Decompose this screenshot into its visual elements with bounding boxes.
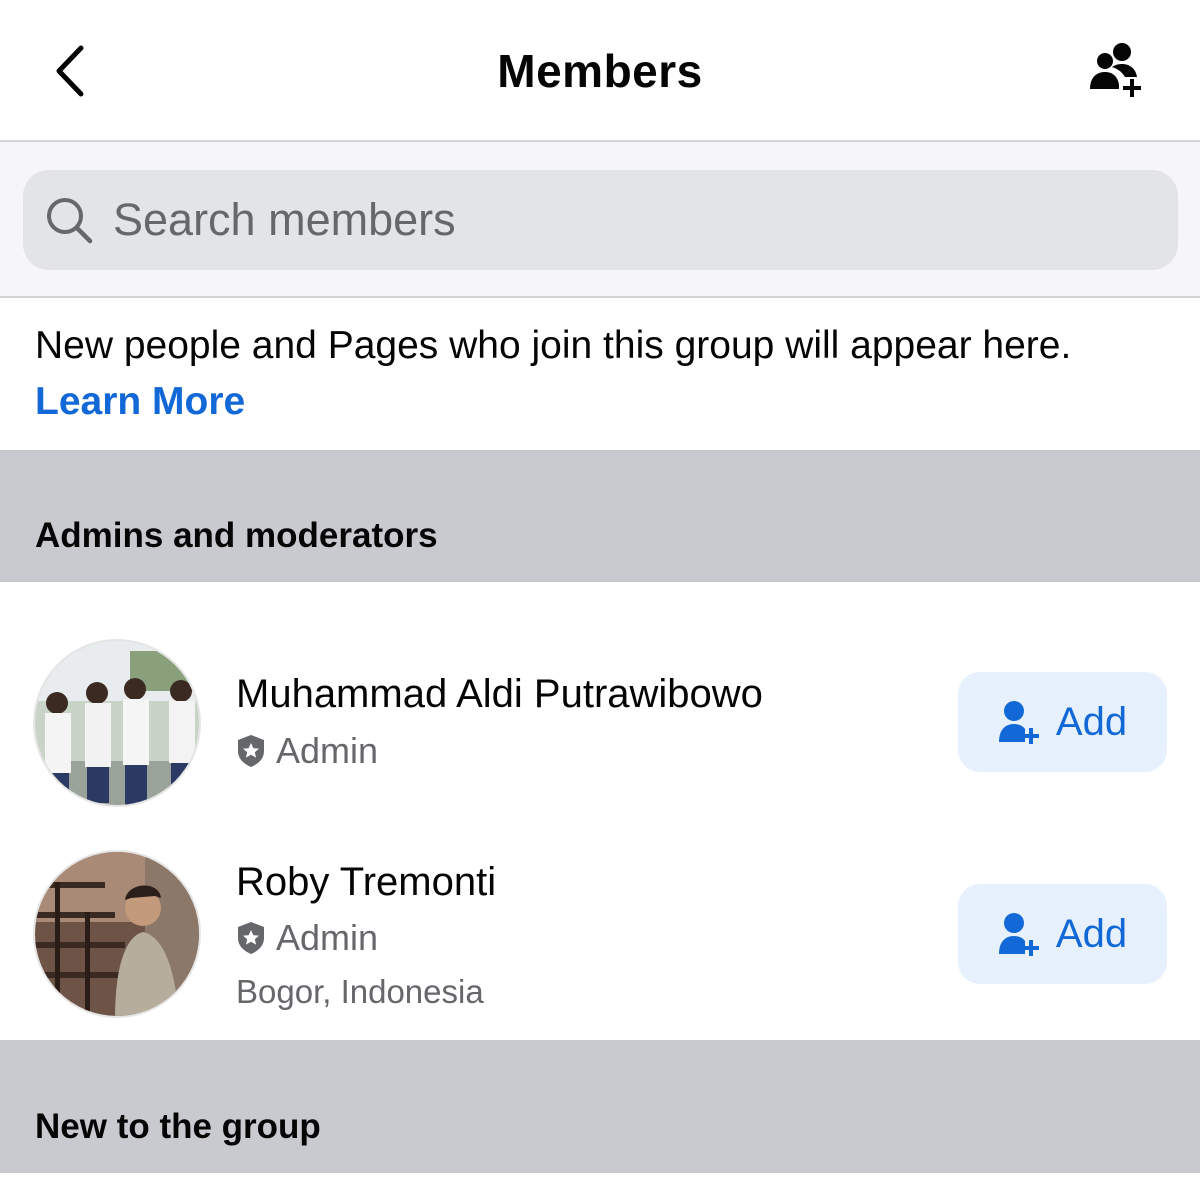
search-input[interactable]	[113, 194, 1113, 246]
add-person-icon	[998, 700, 1040, 744]
list-continuation	[0, 1173, 1200, 1193]
member-name[interactable]: Roby Tremonti	[236, 860, 496, 905]
member-location: Bogor, Indonesia	[236, 973, 484, 1010]
add-button-label: Add	[1055, 911, 1128, 956]
member-row[interactable]: Muhammad Aldi Putrawibowo Admin Add	[0, 582, 1200, 812]
member-row[interactable]: Roby Tremonti Admin Bogor, Indonesia Add	[0, 812, 1200, 1040]
member-role: Admin	[236, 917, 378, 959]
section-title-new: New to the group	[35, 1107, 321, 1146]
search-area	[0, 142, 1200, 298]
member-role-label: Admin	[276, 917, 379, 958]
avatar[interactable]	[33, 639, 201, 807]
section-title-admins: Admins and moderators	[35, 516, 438, 555]
top-bar: Members	[0, 0, 1200, 142]
add-person-icon	[998, 912, 1040, 956]
search-bar[interactable]	[23, 170, 1178, 270]
info-message: New people and Pages who join this group…	[35, 324, 1072, 367]
section-header-admins: Admins and moderators	[0, 450, 1200, 582]
add-people-icon	[1090, 43, 1141, 97]
search-icon	[43, 194, 95, 246]
invite-members-button[interactable]	[1080, 36, 1152, 102]
admin-shield-icon	[236, 921, 266, 955]
add-friend-button[interactable]: Add	[958, 884, 1167, 984]
member-role: Admin	[236, 730, 378, 772]
add-button-label: Add	[1055, 699, 1128, 744]
page-title: Members	[497, 45, 703, 97]
info-text: New people and Pages who join this group…	[35, 318, 1155, 430]
member-name[interactable]: Muhammad Aldi Putrawibowo	[236, 672, 763, 717]
admin-shield-icon	[236, 734, 266, 768]
learn-more-link[interactable]: Learn More	[35, 380, 245, 423]
avatar[interactable]	[33, 850, 201, 1018]
add-friend-button[interactable]: Add	[958, 672, 1167, 772]
section-header-new: New to the group	[0, 1040, 1200, 1173]
member-role-label: Admin	[276, 730, 379, 771]
